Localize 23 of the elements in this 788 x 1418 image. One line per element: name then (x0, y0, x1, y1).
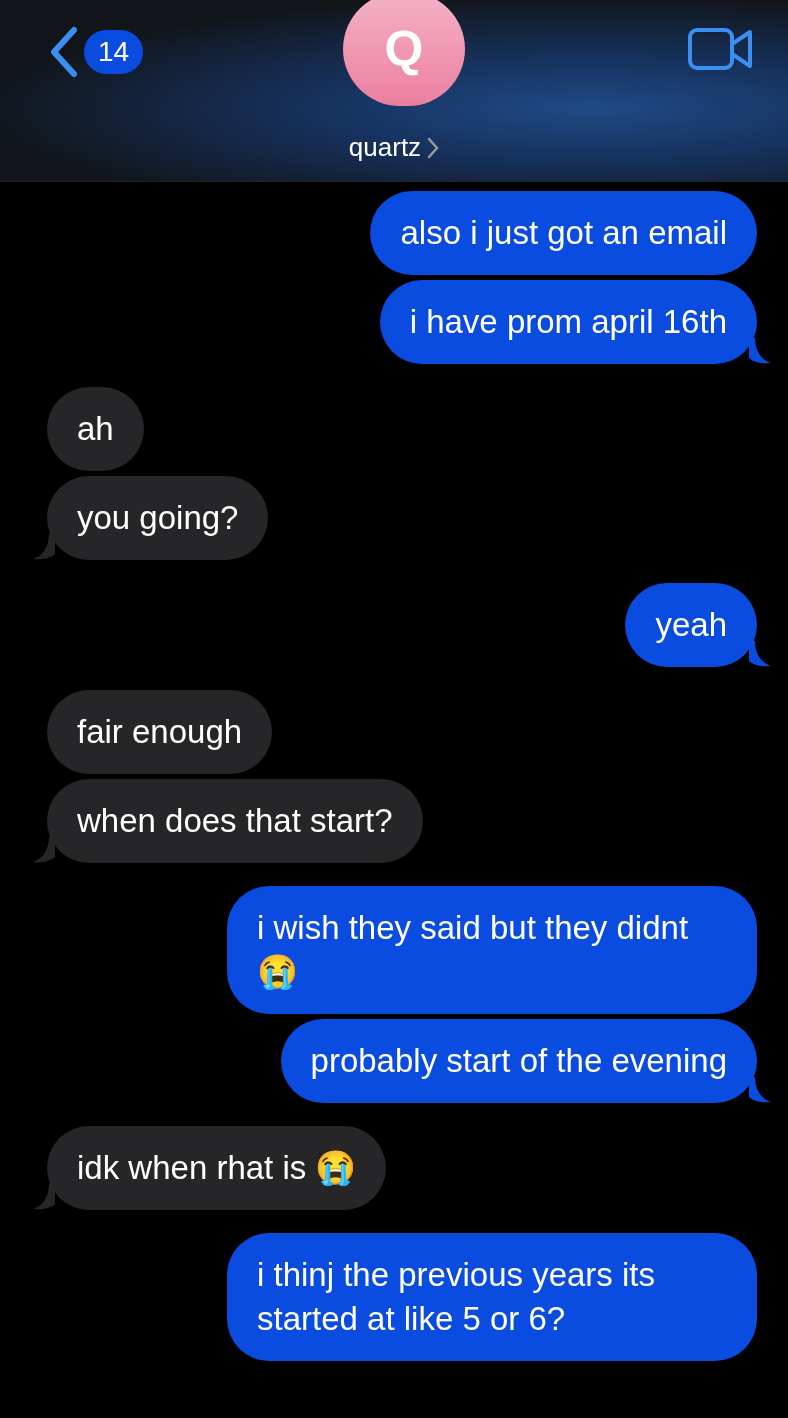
message-bubble: you going? (47, 476, 269, 560)
message-bubble: idk when rhat is 😭 (47, 1126, 387, 1210)
message-bubble: i thinj the previous years its started at like 5 or 6? (227, 1233, 757, 1361)
message-bubble: i wish they said but they didnt😭 (227, 886, 757, 1014)
bubble-tail (749, 338, 771, 364)
bubble-tail (749, 1077, 771, 1103)
message-bubble: also i just got an email (370, 191, 757, 275)
message-bubble: probably start of the evening (280, 1019, 757, 1103)
bubble-tail (33, 1184, 55, 1210)
avatar-initial: Q (384, 19, 424, 79)
bubble-tail (749, 641, 771, 667)
message-bubble: i have prom april 16th (379, 280, 757, 364)
message-bubble: ah (47, 387, 144, 471)
message-bubble: yeah (625, 583, 757, 667)
message-bubble: when does that start? (47, 779, 423, 863)
bubble-tail (33, 837, 55, 863)
unread-count-badge[interactable]: 14 (84, 30, 144, 74)
message-bubble: fair enough (47, 690, 273, 774)
bubble-tail (33, 534, 55, 560)
video-camera-icon[interactable] (688, 26, 754, 72)
contact-name[interactable]: quartz (348, 128, 422, 167)
chevron-right-icon (427, 136, 440, 159)
back-icon[interactable] (48, 26, 78, 78)
